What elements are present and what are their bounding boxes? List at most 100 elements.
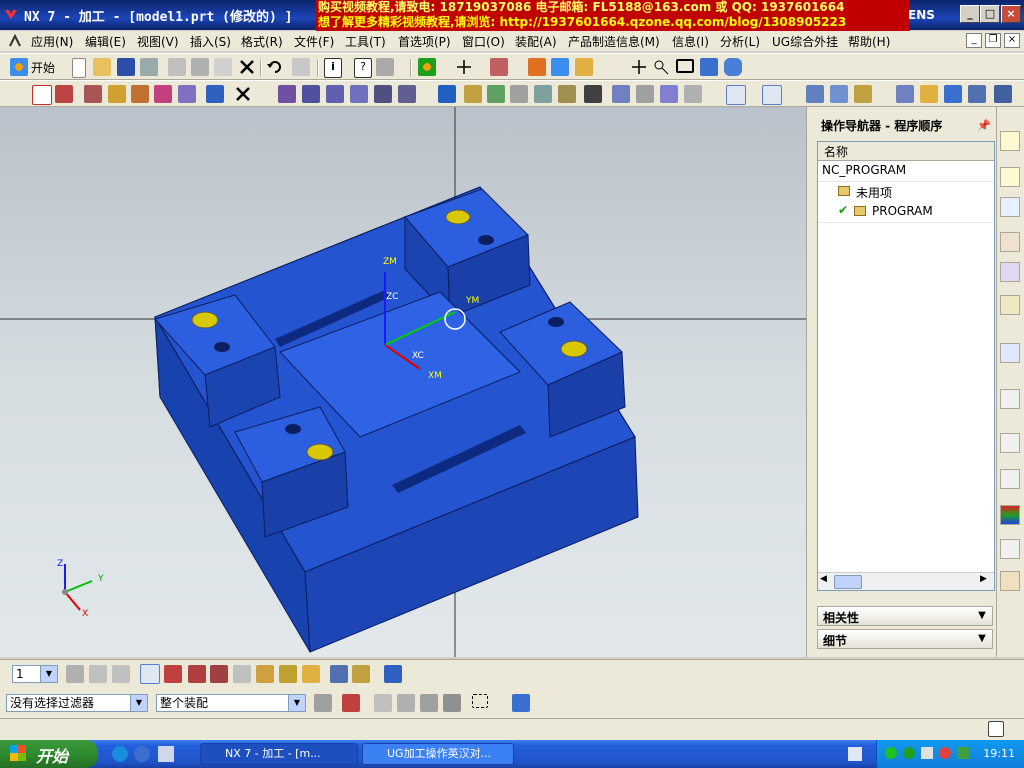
grid-icon[interactable] — [330, 665, 348, 683]
tree-row-unused[interactable]: 未用项 — [818, 182, 994, 203]
system-materials-icon[interactable] — [1000, 469, 1020, 489]
object-display-icon[interactable] — [636, 85, 654, 103]
csys-icon[interactable] — [490, 58, 508, 76]
crosshair-icon[interactable] — [630, 58, 648, 76]
close-button[interactable]: × — [1001, 5, 1021, 23]
move-object-icon[interactable] — [384, 665, 402, 683]
move-to-layer-icon[interactable] — [89, 665, 107, 683]
wcs-set-icon[interactable] — [233, 665, 251, 683]
wcs-dynamic-icon[interactable] — [140, 664, 160, 684]
chevron-down-icon[interactable]: ▼ — [975, 609, 989, 623]
new-file-icon[interactable] — [72, 58, 86, 78]
tray-shield-icon[interactable] — [957, 747, 969, 759]
cut-icon[interactable] — [168, 58, 186, 76]
snap-grid-icon[interactable] — [352, 665, 370, 683]
output-cls-icon[interactable] — [534, 85, 552, 103]
browser-icon[interactable] — [134, 746, 150, 762]
rectangle-icon[interactable] — [676, 59, 694, 73]
save-icon[interactable] — [117, 58, 135, 76]
chevron-down-icon[interactable]: ▼ — [288, 695, 305, 711]
sketch-icon[interactable] — [652, 58, 670, 76]
snap-settings-icon[interactable] — [418, 58, 436, 76]
fullscreen-icon[interactable] — [988, 721, 1004, 737]
render-style-icon[interactable] — [944, 85, 962, 103]
shop-doc-icon[interactable] — [510, 85, 528, 103]
display-icon[interactable] — [584, 85, 602, 103]
select-edge-icon[interactable] — [443, 694, 461, 712]
maximize-button[interactable]: □ — [980, 5, 1000, 23]
block-icon[interactable] — [700, 58, 718, 76]
task-ug-doc[interactable]: UG加工操作英汉对... — [362, 743, 514, 765]
menu-application[interactable]: 应用(N) — [31, 33, 73, 50]
edit-object-icon[interactable] — [612, 85, 630, 103]
paint-icon[interactable] — [575, 58, 593, 76]
menu-format[interactable]: 格式(R) — [241, 33, 283, 50]
tool-group-icon[interactable] — [660, 85, 678, 103]
tray-security-icon[interactable] — [939, 747, 951, 759]
task-nx7[interactable]: NX 7 - 加工 - [m... — [200, 743, 358, 765]
menu-file[interactable]: 文件(F) — [294, 33, 334, 50]
rectangle-select-icon[interactable] — [472, 694, 488, 708]
measure-icon[interactable] — [551, 58, 569, 76]
chevron-down-icon[interactable]: ▼ — [130, 695, 147, 711]
machine-navigator-icon[interactable] — [1000, 232, 1020, 252]
create-operation-icon[interactable] — [131, 85, 149, 103]
palette-icon[interactable] — [1000, 505, 1020, 525]
horizontal-scrollbar[interactable]: ◀ ▶ — [818, 572, 994, 590]
work-layer-combo[interactable]: 1 ▼ — [12, 665, 58, 683]
machine-tool-view-icon[interactable] — [302, 85, 320, 103]
reuse-library-icon[interactable] — [1000, 262, 1020, 282]
shaded-icon[interactable] — [920, 85, 938, 103]
process-studio-icon[interactable] — [1000, 539, 1020, 559]
zoom-icon[interactable] — [830, 85, 848, 103]
history-icon[interactable] — [1000, 389, 1020, 409]
menu-tools[interactable]: 工具(T) — [345, 33, 386, 50]
select-body-icon[interactable] — [397, 694, 415, 712]
menu-app-icon[interactable] — [8, 34, 22, 48]
roles-icon[interactable] — [1000, 571, 1020, 591]
clock-icon[interactable] — [1000, 433, 1020, 453]
relations-panel[interactable]: 相关性 ▼ — [817, 606, 993, 626]
cylinder-icon[interactable] — [724, 58, 742, 76]
menu-insert[interactable]: 插入(S) — [190, 33, 231, 50]
tree-row-root[interactable]: NC_PROGRAM — [818, 161, 994, 182]
menu-assembly[interactable]: 装配(A) — [515, 33, 557, 50]
hide-show-icon[interactable] — [968, 85, 986, 103]
wcs-display-icon[interactable] — [279, 665, 297, 683]
simulate-icon[interactable] — [464, 85, 482, 103]
select-all-icon[interactable] — [512, 694, 530, 712]
menu-analysis[interactable]: 分析(L) — [720, 33, 760, 50]
tray-network-icon[interactable] — [885, 747, 897, 759]
start-button-label[interactable]: 开始 — [31, 59, 55, 76]
graphics-window[interactable]: ZM ZC YM XC XM Z Y X — [0, 107, 806, 657]
snap-point-icon[interactable] — [342, 694, 360, 712]
wcs-csys-icon[interactable] — [302, 665, 320, 683]
delete-operation-icon[interactable] — [234, 85, 252, 103]
create-method-icon[interactable] — [108, 85, 126, 103]
transform-icon[interactable] — [684, 85, 702, 103]
chevron-down-icon[interactable]: ▼ — [40, 666, 57, 682]
tree-row-program[interactable]: ✔ PROGRAM — [818, 202, 994, 223]
help-icon[interactable]: ? — [354, 58, 372, 78]
create-geometry-icon[interactable] — [84, 85, 102, 103]
command-finder-icon[interactable] — [376, 58, 394, 76]
start-icon[interactable] — [10, 58, 28, 76]
replay-toolpath-icon[interactable] — [178, 85, 196, 103]
mdi-close-button[interactable]: × — [1004, 33, 1020, 48]
assembly-navigator-icon[interactable] — [1000, 131, 1020, 151]
menu-window[interactable]: 窗口(O) — [462, 33, 505, 50]
menu-information[interactable]: 信息(I) — [672, 33, 709, 50]
menu-pmi[interactable]: 产品制造信息(M) — [568, 33, 660, 50]
chevron-down-icon[interactable]: ▼ — [975, 632, 989, 646]
paste-icon[interactable] — [214, 58, 232, 76]
batch-process-icon[interactable] — [558, 85, 576, 103]
undo-icon[interactable] — [266, 58, 284, 76]
undo-selection-icon[interactable] — [374, 694, 392, 712]
menu-edit[interactable]: 编辑(E) — [85, 33, 126, 50]
hd3d-icon[interactable] — [1000, 295, 1020, 315]
rotate-icon[interactable] — [854, 85, 872, 103]
menu-help[interactable]: 帮助(H) — [848, 33, 890, 50]
info-icon[interactable]: i — [324, 58, 342, 78]
desktop-icon[interactable] — [158, 746, 174, 762]
menu-ug-plugin[interactable]: UG综合外挂 — [772, 33, 838, 50]
